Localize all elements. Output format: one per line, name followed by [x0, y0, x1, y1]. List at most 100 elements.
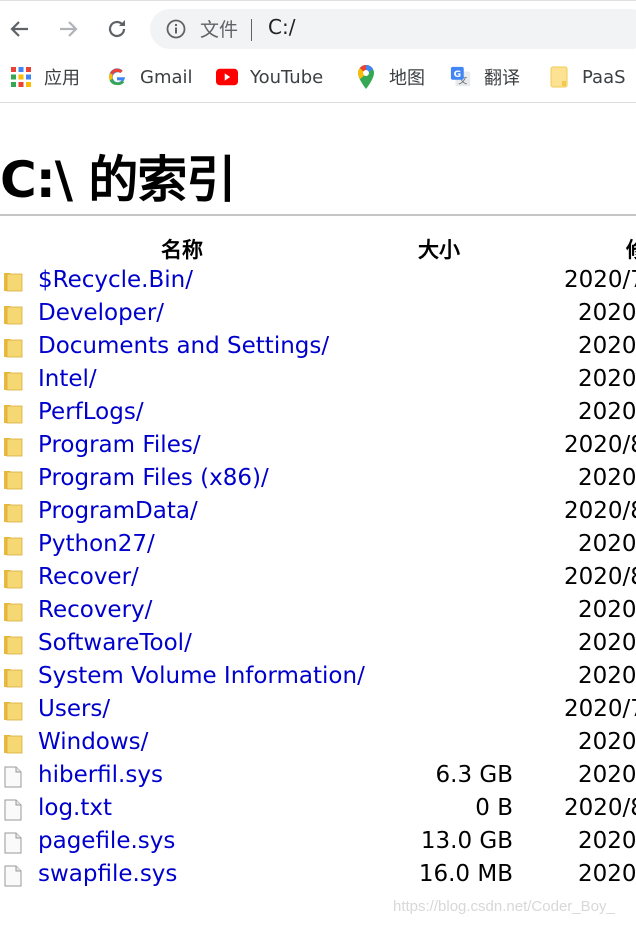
entry-date: 2020/	[578, 465, 636, 491]
file-icon	[2, 799, 24, 821]
table-row: Windows/2020/	[0, 729, 636, 762]
folder-icon	[2, 469, 24, 491]
folder-icon	[2, 700, 24, 722]
bookmark-gmail[interactable]: Gmail	[106, 64, 193, 90]
table-row: hiberfil.sys 6.3 GB 2020/	[0, 762, 636, 795]
bookmark-apps[interactable]: 应用	[10, 64, 80, 90]
browser-toolbar: 文件 C:/	[0, 0, 636, 57]
entry-date: 2020/	[578, 729, 636, 755]
google-g-icon	[106, 66, 128, 88]
url-text[interactable]: C:/	[268, 15, 295, 39]
file-icon	[2, 832, 24, 854]
folder-icon	[2, 667, 24, 689]
table-row: pagefile.sys 13.0 GB 2020/	[0, 828, 636, 861]
folder-icon	[2, 568, 24, 590]
entry-link[interactable]: pagefile.sys	[38, 828, 175, 854]
column-header-size[interactable]: 大小	[418, 234, 460, 264]
bookmark-translate[interactable]: 文 G 翻译	[450, 64, 520, 90]
bookmark-label: Gmail	[140, 66, 193, 88]
entry-link[interactable]: System Volume Information/	[38, 663, 365, 689]
title-divider	[0, 214, 636, 216]
info-icon[interactable]	[166, 19, 186, 39]
entry-link[interactable]: PerfLogs/	[38, 399, 144, 425]
entry-link[interactable]: Documents and Settings/	[38, 333, 329, 359]
entry-date: 2020/	[578, 861, 636, 887]
entry-link[interactable]: Program Files (x86)/	[38, 465, 269, 491]
youtube-icon	[216, 66, 238, 88]
folder-icon	[2, 634, 24, 656]
entry-date: 2020/8	[564, 498, 636, 524]
folder-icon	[548, 66, 570, 88]
entry-date: 2020/	[578, 828, 636, 854]
forward-button[interactable]	[52, 13, 84, 45]
entry-date: 2020/	[578, 366, 636, 392]
back-button[interactable]	[4, 13, 36, 45]
scheme-label: 文件	[200, 19, 239, 41]
bookmark-paas[interactable]: PaaS	[548, 64, 626, 90]
bookmark-label: 应用	[44, 68, 80, 89]
entry-link[interactable]: Recovery/	[38, 597, 152, 623]
reload-button[interactable]	[101, 13, 133, 45]
folder-icon	[2, 436, 24, 458]
table-row: Recover/2020/8	[0, 564, 636, 597]
folder-icon	[2, 502, 24, 524]
entry-link[interactable]: SoftwareTool/	[38, 630, 192, 656]
entry-link[interactable]: hiberfil.sys	[38, 762, 163, 788]
folder-icon	[2, 337, 24, 359]
folder-icon	[2, 601, 24, 623]
entry-link[interactable]: Program Files/	[38, 432, 201, 458]
entry-date: 2020/7	[564, 696, 636, 722]
address-bar[interactable]: 文件 C:/	[150, 9, 636, 49]
bookmark-label: YouTube	[250, 66, 324, 88]
entry-date: 2020/	[578, 399, 636, 425]
arrow-left-icon	[10, 21, 28, 37]
table-row: Python27/2020/	[0, 531, 636, 564]
reload-icon	[108, 20, 126, 38]
entry-date: 2020/	[578, 597, 636, 623]
entry-date: 2020/8	[564, 432, 636, 458]
maps-pin-icon	[355, 65, 377, 89]
table-row: Program Files/2020/8	[0, 432, 636, 465]
entry-date: 2020/	[578, 663, 636, 689]
column-header-name[interactable]: 名称	[161, 234, 203, 264]
table-row: Documents and Settings/2020/	[0, 333, 636, 366]
column-header-date[interactable]: 修	[626, 234, 636, 264]
folder-icon	[2, 403, 24, 425]
entry-date: 2020/8	[564, 564, 636, 590]
entry-date: 2020/	[578, 300, 636, 326]
table-row: Recovery/2020/	[0, 597, 636, 630]
bookmark-youtube[interactable]: YouTube	[216, 64, 323, 90]
svg-text:G: G	[454, 69, 462, 80]
bookmarks-bar: 应用 Gmail YouTube 地图 文 G 翻译 PaaS	[0, 56, 636, 103]
bookmark-label: PaaS	[582, 66, 626, 88]
arrow-right-icon	[60, 21, 78, 37]
entry-link[interactable]: Recover/	[38, 564, 139, 590]
entry-link[interactable]: Users/	[38, 696, 110, 722]
table-row: Users/2020/7	[0, 696, 636, 729]
entry-size: 16.0 MB	[418, 861, 513, 887]
table-row: swapfile.sys 16.0 MB 2020/	[0, 861, 636, 894]
table-row: Developer/2020/	[0, 300, 636, 333]
entry-link[interactable]: ProgramData/	[38, 498, 198, 524]
file-icon	[2, 865, 24, 887]
entry-date: 2020/	[578, 762, 636, 788]
bookmark-maps[interactable]: 地图	[355, 64, 425, 90]
bookmark-label: 地图	[389, 68, 425, 89]
entry-link[interactable]: Python27/	[38, 531, 155, 557]
entry-link[interactable]: Windows/	[38, 729, 148, 755]
entry-link[interactable]: swapfile.sys	[38, 861, 177, 887]
watermark: https://blog.csdn.net/Coder_Boy_	[393, 898, 615, 915]
entry-link[interactable]: log.txt	[38, 795, 112, 821]
translate-icon: 文 G	[450, 66, 472, 88]
table-row: Program Files (x86)/ 2020/	[0, 465, 636, 498]
entry-size: 0 B	[475, 795, 513, 821]
entry-link[interactable]: Intel/	[38, 366, 97, 392]
entry-size: 6.3 GB	[435, 762, 514, 788]
entry-date: 2020/	[578, 333, 636, 359]
table-row: SoftwareTool/2020/	[0, 630, 636, 663]
entry-link[interactable]: Developer/	[38, 300, 164, 326]
entry-link[interactable]: $Recycle.Bin/	[38, 267, 193, 293]
table-row: PerfLogs/2020/	[0, 399, 636, 432]
omnibox-separator	[251, 19, 252, 41]
folder-icon	[2, 733, 24, 755]
